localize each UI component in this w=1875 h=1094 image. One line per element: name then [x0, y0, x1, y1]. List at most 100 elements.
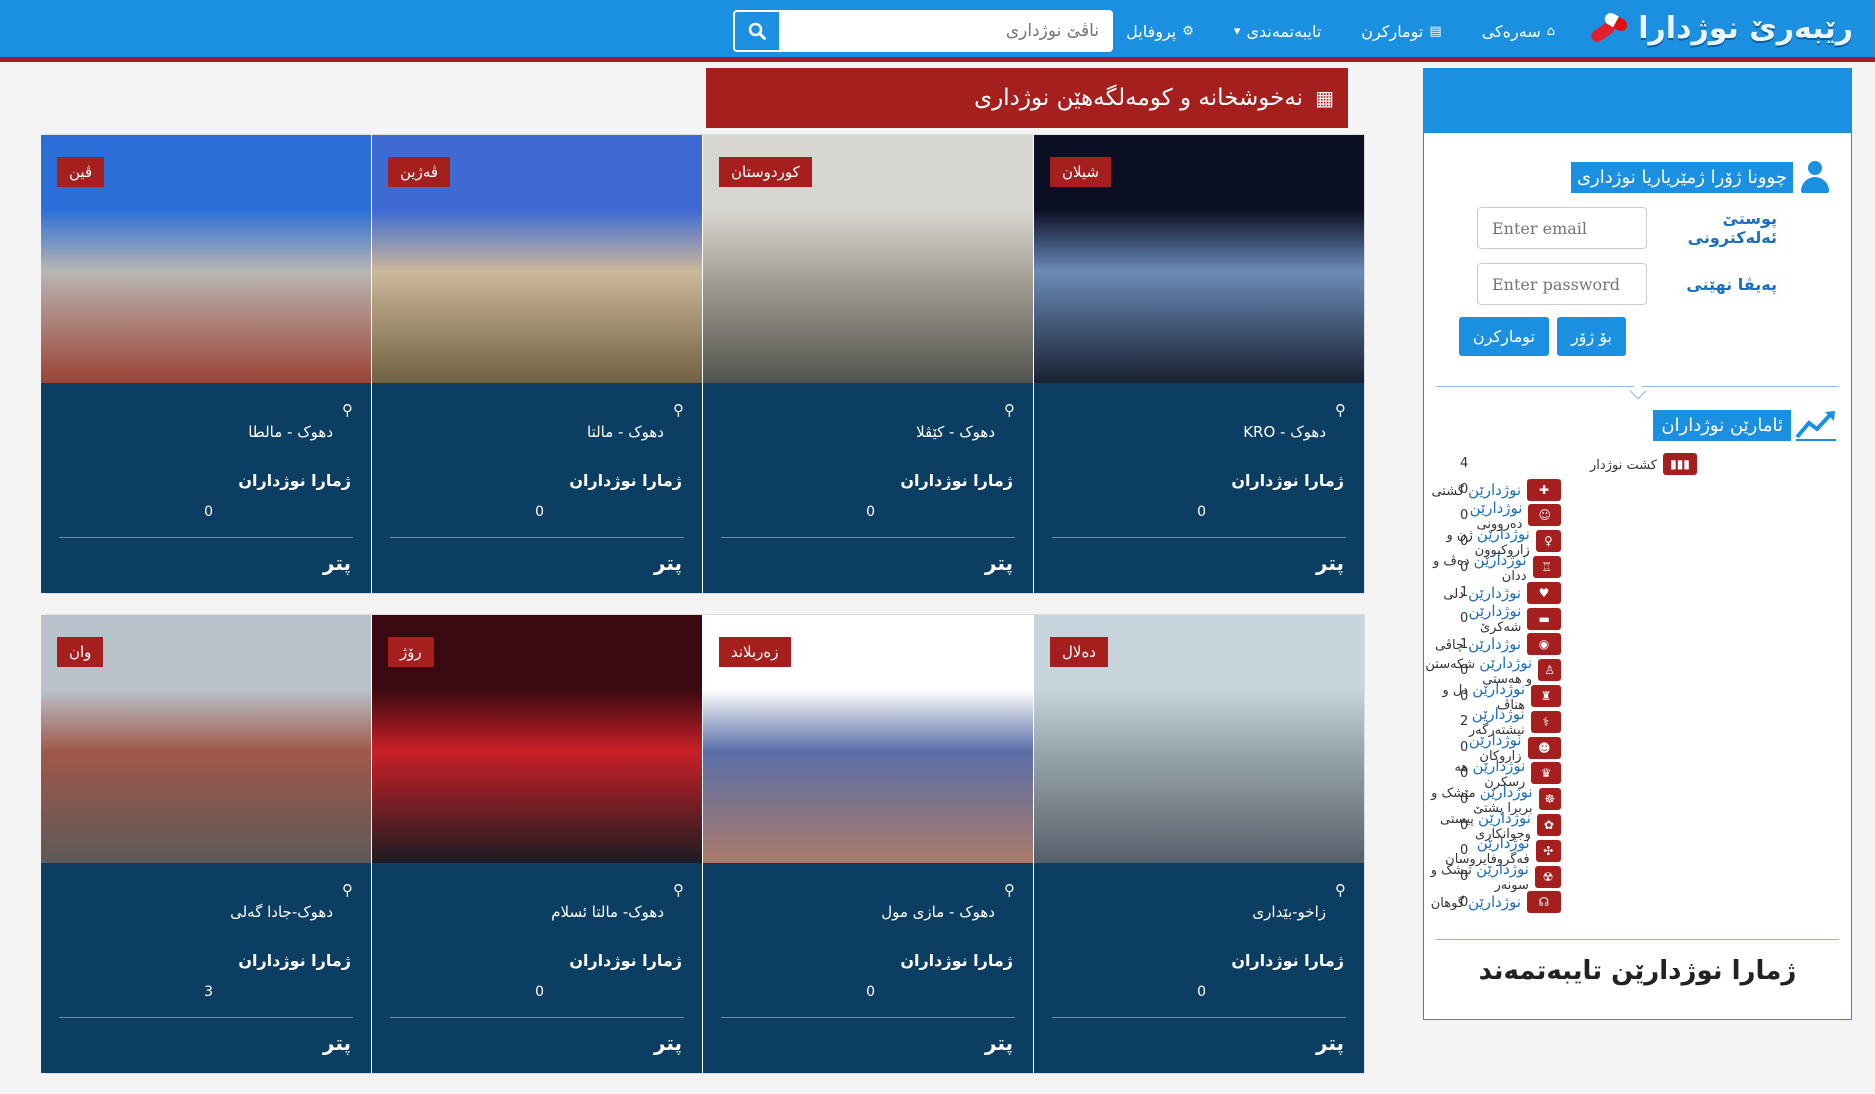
more-link[interactable]: پتر	[985, 551, 1013, 575]
email-label: پوستێ ئەلەکترونی	[1687, 209, 1777, 247]
hospital-address: دهوک - مالتا	[587, 423, 664, 441]
hospital-card[interactable]: زەربلاند ⚲ دهوک - مازی مول ژمارا نوژداران 0 پ…	[703, 615, 1033, 1073]
specialty-count: 0	[1460, 791, 1469, 807]
doctor-count: 0	[866, 504, 875, 520]
doctor-count: 0	[535, 984, 544, 1000]
more-link[interactable]: پتر	[323, 1031, 351, 1055]
login-buttons: بۆ ژۆر تومارکرن	[1424, 317, 1851, 356]
brand-logo[interactable]: رێبەرێ نوژدارا	[1588, 8, 1853, 48]
specialty-label: گوهان	[1430, 896, 1464, 912]
stat-row[interactable]: ☊ نوژدارێن گوهان 0	[1424, 890, 1851, 916]
login-heading: چوونا ژۆرا ژمێریاریا نوژداری	[1424, 161, 1829, 193]
specialty-icon: ⚕	[1530, 710, 1561, 733]
specialty-prefix: نوژدارێن	[1478, 808, 1531, 827]
hospital-icon: ▦	[1315, 86, 1334, 110]
nav-register[interactable]: ▤ تومارکرن	[1361, 22, 1441, 41]
specialty-name: نوژدارێن گشتی	[1431, 481, 1521, 499]
specialty-prefix: نوژدارێن	[1468, 480, 1521, 499]
stat-row[interactable]: ☢ نوژدارێن تیشک و سونەر 0	[1424, 860, 1851, 893]
doctor-count-label: ژمارا نوژداران	[238, 951, 351, 970]
hospital-photo[interactable]: ڤەژین	[372, 135, 702, 383]
email-field[interactable]	[1477, 207, 1647, 249]
card-row: دەلال ⚲ زاخو-بێداری ژمارا نوژداران 0 پتر زەربل…	[41, 614, 1365, 1074]
specialty-icon: ♥	[1527, 581, 1561, 604]
specialty-count: 4	[1460, 456, 1469, 472]
specialty-icon: ▮▮▮	[1663, 452, 1697, 475]
card-info: ⚲ دهوک - مالطا ژمارا نوژداران 0 پتر	[41, 383, 371, 593]
specialty-icon: ☊	[1527, 891, 1561, 914]
specialty-name: نوژدارێن شەکرێ	[1424, 602, 1522, 635]
search-button[interactable]	[733, 10, 781, 52]
divider	[390, 1017, 684, 1018]
doctor-count-label: ژمارا نوژداران	[569, 951, 682, 970]
hospital-photo[interactable]: رۆژ	[372, 615, 702, 863]
hospital-card[interactable]: دەلال ⚲ زاخو-بێداری ژمارا نوژداران 0 پتر	[1034, 615, 1364, 1073]
search-input[interactable]	[781, 10, 1113, 52]
card-info: ⚲ دهوک-جادا گەلی ژمارا نوژداران 3 پتر	[41, 863, 371, 1073]
hospital-card[interactable]: شیلان ⚲ دهوک - KRO ژمارا نوژداران 0 پتر	[1034, 135, 1364, 593]
hospital-address: دهوک- مالتا ئسلام	[551, 903, 664, 921]
specialty-name: نوژدارێن تیشک و سونەر	[1424, 860, 1529, 893]
doctor-count-label: ژمارا نوژداران	[1231, 471, 1344, 490]
divider	[59, 1017, 353, 1018]
register-button[interactable]: تومارکرن	[1458, 317, 1550, 356]
divider	[59, 537, 353, 538]
specialty-count: 1	[1460, 585, 1469, 601]
specialty-count: 0	[1460, 559, 1469, 575]
hospital-photo[interactable]: کوردوستان	[703, 135, 1033, 383]
specialty-prefix: نوژدارێن	[1476, 834, 1530, 853]
more-link[interactable]: پتر	[654, 551, 682, 575]
hospital-card[interactable]: ڤەژین ⚲ دهوک - مالتا ژمارا نوژداران 0 پتر	[372, 135, 702, 593]
hospital-photo[interactable]: دەلال	[1034, 615, 1364, 863]
hospital-card[interactable]: وان ⚲ دهوک-جادا گەلی ژمارا نوژداران 3 پتر	[41, 615, 371, 1073]
hospital-address: دهوک - مازی مول	[881, 903, 995, 921]
hospital-card[interactable]: کوردوستان ⚲ دهوک - کێڤلا ژمارا نوژداران 0 پتر	[703, 135, 1033, 593]
doctor-count-label: ژمارا نوژداران	[569, 471, 682, 490]
specialty-count: 0	[1460, 740, 1469, 756]
nav-profile[interactable]: ⚙ پروفایل	[1126, 22, 1194, 41]
password-field[interactable]	[1477, 263, 1647, 305]
specialty-prefix: نوژدارێن	[1468, 583, 1521, 602]
hospital-photo[interactable]: زەربلاند	[703, 615, 1033, 863]
hospital-card[interactable]: رۆژ ⚲ دهوک- مالتا ئسلام ژمارا نوژداران 0 پتر	[372, 615, 702, 1073]
specialty-icon: ✣	[1535, 839, 1561, 862]
specialty-name: نوژدارێن دەڤ و ددان	[1424, 551, 1527, 584]
more-link[interactable]: پتر	[1316, 1031, 1344, 1055]
hospital-name-badge: شیلان	[1050, 157, 1112, 187]
more-link[interactable]: پتر	[654, 1031, 682, 1055]
specialty-prefix: نوژدارێن	[1468, 602, 1522, 621]
specialty-name: نوژدارێن دلی	[1443, 584, 1521, 602]
specialty-icon: ☺	[1528, 504, 1561, 527]
more-link[interactable]: پتر	[323, 551, 351, 575]
login-button[interactable]: بۆ ژۆر	[1557, 317, 1626, 356]
specialty-prefix: نوژدارێن	[1468, 893, 1521, 912]
specialty-count: 0	[1460, 869, 1469, 885]
nav-specialties-dropdown[interactable]: تایبەتمەندی ▾	[1234, 22, 1321, 41]
more-link[interactable]: پتر	[1316, 551, 1344, 575]
section-title: نەخوشخانە و کومەلگەهێن نوژداری	[974, 85, 1304, 111]
more-link[interactable]: پتر	[985, 1031, 1013, 1055]
specialty-count: 0	[1460, 611, 1469, 627]
stat-row[interactable]: ▬ نوژدارێن شەکرێ 0	[1424, 602, 1851, 635]
hospital-name-badge: زەربلاند	[719, 637, 791, 667]
stat-row[interactable]: ▮▮▮ کشت نوژدار 4	[1424, 451, 1851, 477]
nav-home[interactable]: ⌂ سەرەکی	[1482, 22, 1555, 41]
specialty-count: 2	[1460, 714, 1469, 730]
specialty-prefix: نوژدارێن	[1471, 705, 1525, 724]
stat-row[interactable]: ♖ نوژدارێن دەڤ و ددان 0	[1424, 551, 1851, 584]
specialty-icon: ♙	[1538, 659, 1561, 682]
specialty-name: کشت نوژدار	[1590, 455, 1657, 473]
top-navbar: رێبەرێ نوژدارا ⌂ سەرەکی ▤ تومارکرن تایبە…	[0, 0, 1875, 62]
password-label: پەیڤا نهێنی	[1686, 274, 1777, 294]
hospital-card[interactable]: ڤین ⚲ دهوک - مالطا ژمارا نوژداران 0 پتر	[41, 135, 371, 593]
card-info: ⚲ زاخو-بێداری ژمارا نوژداران 0 پتر	[1034, 863, 1364, 1073]
hospital-photo[interactable]: شیلان	[1034, 135, 1364, 383]
hospital-photo[interactable]: وان	[41, 615, 371, 863]
hospital-name-badge: ڤین	[57, 157, 105, 187]
divider	[721, 1017, 1015, 1018]
hospital-photo[interactable]: ڤین	[41, 135, 371, 383]
email-row: پوستێ ئەلەکترونی	[1424, 207, 1851, 249]
specialty-icon: ☸	[1538, 788, 1561, 811]
home-icon: ⌂	[1546, 23, 1555, 39]
doctor-count: 3	[204, 984, 213, 1000]
